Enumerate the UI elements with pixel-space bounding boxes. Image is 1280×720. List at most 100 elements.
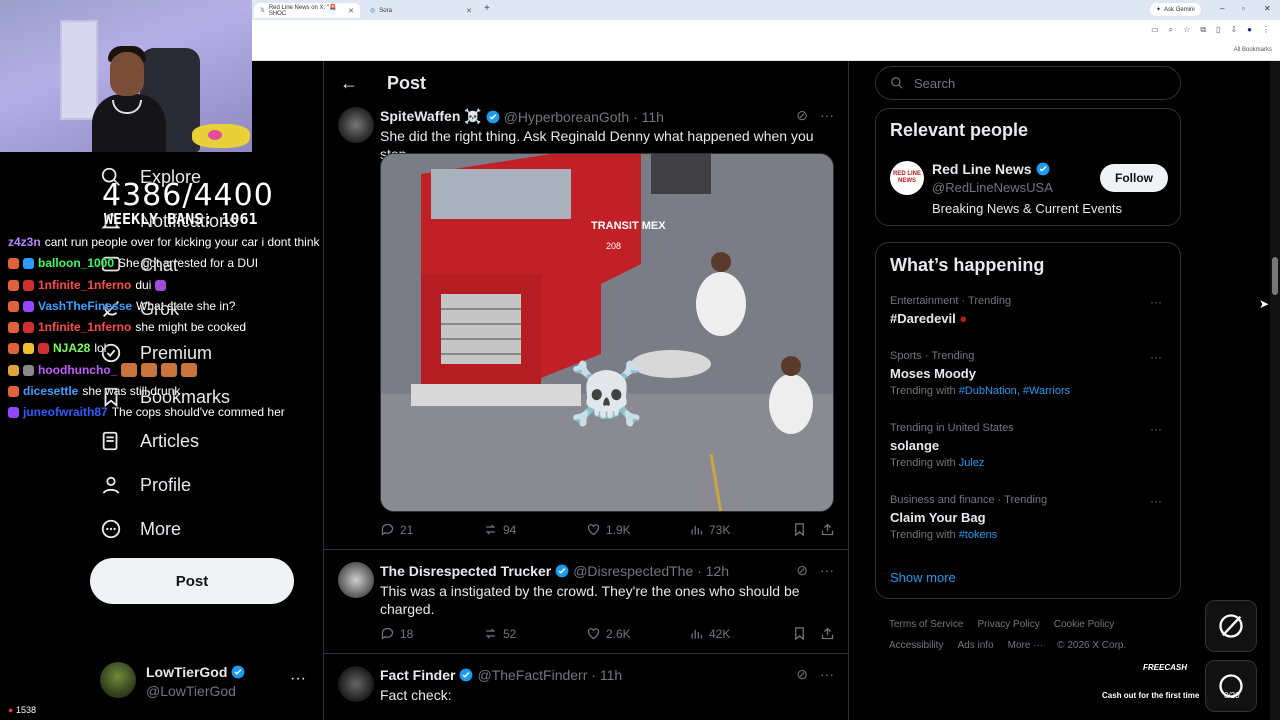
trend-item[interactable]: Entertainment · Trending #Daredevil ● ··… (890, 295, 1170, 326)
footer-link[interactable]: Ads info (957, 640, 993, 651)
more-dots-icon[interactable]: ··· (820, 562, 834, 579)
tab-red-line-news[interactable]: 𝕏 Red Line News on X: "🚨SHOC ✕ (254, 3, 360, 18)
back-arrow-icon[interactable]: ← (340, 73, 358, 94)
views-button[interactable]: 73K (689, 522, 730, 537)
more-dots-icon[interactable]: ··· (820, 107, 834, 124)
bookmark-button[interactable] (792, 522, 807, 537)
author-handle[interactable]: @HyperboreanGoth · 11h (504, 109, 664, 125)
trend-link[interactable]: Julez (959, 457, 985, 469)
close-icon[interactable]: ✕ (348, 7, 354, 15)
messages-float-button[interactable] (1205, 660, 1257, 712)
grok-float-button[interactable] (1205, 600, 1257, 652)
page-title: Post (387, 73, 427, 93)
new-tab-icon[interactable]: + (484, 3, 490, 14)
chat-message: z4z3n cant run people over for kicking y… (8, 235, 320, 249)
post-image[interactable]: TRANSIT MEX 208 ☠️ (380, 153, 834, 512)
nav-more[interactable]: More (100, 518, 181, 540)
author-handle[interactable]: @DisrespectedThe · 12h (573, 563, 729, 579)
repost-button[interactable]: 52 (483, 626, 516, 641)
download-icon[interactable]: ⇩ (1230, 25, 1237, 35)
trend-item[interactable]: Trending in United States solange Trendi… (890, 422, 1170, 469)
scrollbar[interactable] (1270, 61, 1280, 720)
maximize-icon[interactable]: ▫ (1242, 4, 1245, 13)
search-input[interactable]: Search (875, 66, 1181, 100)
account-switcher[interactable]: LowTierGod @LowTierGod ··· (100, 662, 310, 702)
panel-title: Relevant people (890, 120, 1029, 140)
grok-icon[interactable]: ⊘ (796, 107, 808, 124)
avatar[interactable] (338, 666, 374, 702)
footer-link[interactable]: Accessibility (889, 640, 943, 651)
more-dots-icon[interactable]: ··· (1150, 295, 1162, 309)
author-name[interactable]: SpiteWaffen ☠️ (380, 108, 482, 125)
avatar[interactable] (338, 562, 374, 598)
avatar[interactable] (338, 107, 374, 143)
reply-button[interactable]: 21 (380, 522, 413, 537)
sidebar-icon[interactable]: ▯ (1216, 25, 1220, 35)
more-dots-icon[interactable]: ··· (1150, 422, 1162, 436)
post-button[interactable]: Post (90, 558, 294, 604)
author-name[interactable]: Fact Finder (380, 667, 455, 683)
reply-button[interactable]: 18 (380, 626, 413, 641)
more-dots-icon[interactable]: ··· (820, 666, 834, 683)
extension-icon[interactable]: ⧉ (1200, 25, 1206, 35)
reply-post[interactable]: Fact Finder @TheFactFinderr · 11h ⊘ ··· … (324, 654, 848, 720)
author-handle[interactable]: @TheFactFinderr · 11h (477, 667, 622, 683)
footer-link[interactable]: Terms of Service (889, 619, 963, 630)
goal-counter: 4386/4400 (102, 178, 274, 213)
scrollbar-thumb[interactable] (1272, 257, 1278, 295)
reply-post[interactable]: The Disrespected Trucker @DisrespectedTh… (324, 550, 848, 654)
more-dots-icon[interactable]: ··· (1150, 350, 1162, 364)
like-count: 1.9K (606, 522, 631, 537)
trend-topic: solange (890, 438, 940, 453)
ask-gemini-button[interactable]: ✦ Ask Gemini (1150, 3, 1201, 16)
close-window-icon[interactable]: ✕ (1264, 4, 1271, 13)
footer-link[interactable]: Cookie Policy (1054, 619, 1115, 630)
show-more-link[interactable]: Show more (890, 570, 956, 585)
grok-icon[interactable]: ⊘ (796, 562, 808, 579)
nav-articles[interactable]: Articles (100, 430, 199, 452)
repost-button[interactable]: 94 (483, 522, 516, 537)
trend-item[interactable]: Sports · Trending Moses Moody Trending w… (890, 350, 1170, 397)
avatar[interactable]: RED LINE NEWS (890, 161, 924, 195)
person-handle[interactable]: @RedLineNewsUSA (932, 180, 1053, 195)
trend-link[interactable]: #tokens (959, 529, 998, 541)
zoom-icon[interactable]: ⌕ (1169, 25, 1173, 35)
badge-icon (8, 257, 19, 269)
nav-label: Articles (140, 430, 200, 451)
more-dots-icon[interactable]: ··· (290, 670, 306, 688)
nav-profile[interactable]: Profile (100, 474, 191, 496)
star-icon[interactable]: ☆ (1183, 25, 1190, 35)
tab-sora[interactable]: ◎ Sora ✕ (364, 3, 478, 18)
grok-icon[interactable]: ⊘ (796, 666, 808, 683)
trend-topic: Moses Moody (890, 366, 976, 381)
share-button[interactable] (820, 626, 835, 641)
trend-item[interactable]: Business and finance · Trending Claim Yo… (890, 494, 1170, 541)
article-icon (102, 431, 118, 451)
follow-button[interactable]: Follow (1100, 164, 1168, 192)
profile-avatar-icon[interactable]: ● (1247, 25, 1252, 35)
post-column: ← Post SpiteWaffen ☠️ @HyperboreanGoth ·… (323, 61, 849, 720)
reply-post[interactable]: SpiteWaffen ☠️ @HyperboreanGoth · 11h ⊘ … (324, 105, 848, 550)
tab-label: Sora (379, 7, 392, 14)
more-dots-icon[interactable]: ··· (1150, 494, 1162, 508)
nav-premium[interactable]: Premium (100, 342, 212, 364)
minimize-icon[interactable]: – (1220, 4, 1224, 13)
author-row: SpiteWaffen ☠️ @HyperboreanGoth · 11h (380, 108, 664, 125)
footer-link[interactable]: Privacy Policy (977, 619, 1039, 630)
bookmark-button[interactable] (792, 626, 807, 641)
post-tools: ⊘ ··· (796, 562, 834, 579)
cast-icon[interactable]: ▭ (1151, 25, 1159, 35)
like-button[interactable]: 1.9K (586, 522, 631, 537)
search-icon (891, 77, 903, 89)
share-button[interactable] (820, 522, 835, 537)
footer-link[interactable]: More ··· (1008, 640, 1044, 651)
trend-link[interactable]: #DubNation, #Warriors (959, 385, 1070, 397)
person-name[interactable]: Red Line News (932, 161, 1032, 177)
like-button[interactable]: 2.6K (586, 626, 631, 641)
address-bar[interactable]: ▭ ⌕ ☆ ⧉ ▯ ⇩ ● ⋮ (252, 20, 1280, 42)
views-button[interactable]: 42K (689, 626, 730, 641)
menu-icon[interactable]: ⋮ (1262, 25, 1270, 35)
author-name[interactable]: The Disrespected Trucker (380, 563, 551, 579)
close-icon[interactable]: ✕ (466, 7, 472, 15)
all-bookmarks[interactable]: All Bookmarks (1234, 47, 1272, 53)
